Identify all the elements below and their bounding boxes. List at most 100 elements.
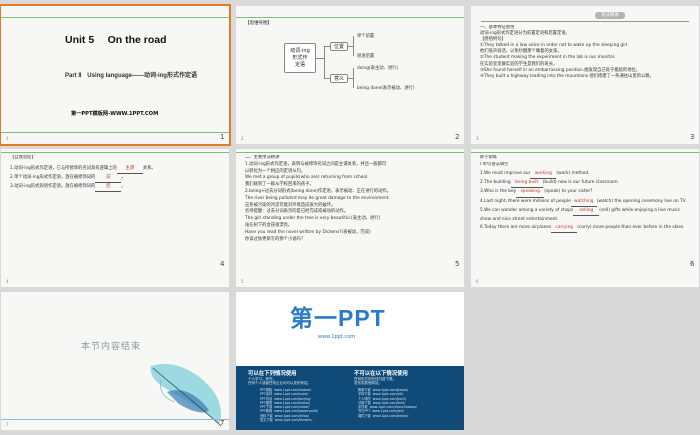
slide-4-item-tail: 。 <box>121 184 126 189</box>
slide-5-line: 我们碰到了一群从学校回来的孩子。 <box>245 182 314 188</box>
exercise-text: (work) method. <box>556 171 590 176</box>
slide-2-header: 【思维导图】 <box>245 21 272 26</box>
slide-3-badge: 语法精讲 <box>595 12 625 19</box>
brand-logo: 第一PPT <box>290 305 386 331</box>
slide-1-subtitle: Part Ⅱ Using language——动词-ing形式作定语 <box>65 73 197 79</box>
forbidden-text-2: 发布到其他网站。 <box>354 381 382 385</box>
exercise-item: 4.Last night, there were millions of peo… <box>480 198 692 207</box>
slide-7-canvas[interactable]: 本节内容结束 7 <box>1 292 229 430</box>
slide-4-item-text: 1.动词-ing形式作定语，它与所修饰的名词具有逻辑上的 <box>10 166 117 171</box>
answer-blank: speaking <box>516 188 545 198</box>
slide-8-canvas[interactable]: 第一PPT www.1ppt.com 可以在下列情况使用 不可以在以下情况使用 … <box>236 292 464 430</box>
slide-1-source: 第一PPT模板网-WWW.1PPT.COM <box>71 111 159 117</box>
slide-6-top-rule <box>471 152 699 153</box>
slide-2-canvas[interactable]: 【思维导图】 动词-ing 形式作 定语 位置 意义 单个前置 短语后置 doi… <box>236 6 464 144</box>
slide-7-bottom-rule <box>1 419 229 420</box>
exercise-item: 6.Today there are more airplanes carrying… <box>480 224 692 234</box>
slide-3-rule <box>481 21 689 22</box>
slide-5-line: 2.being+过去分词形式(being done)作定语，表示被动、正在进行的… <box>245 188 391 194</box>
mindmap-branch-position: 位置 <box>330 42 348 51</box>
slide-3-page-number: 3 <box>476 136 479 141</box>
answer-blank: being built <box>510 179 543 189</box>
mindmap-branch-meaning: 意义 <box>330 74 348 83</box>
slide-5-line: The girl standing under the tree is very… <box>245 216 381 222</box>
slide-8-logo-area: 第一PPT www.1ppt.com <box>236 292 464 366</box>
slide-6-canvas[interactable]: 即学即练 Ⅰ.单句语法填空 1.We must improve our worki… <box>471 149 699 287</box>
exercise-item: 3.Who is the boy speaking (speak) to your … <box>480 188 692 198</box>
exercise-text: (watch) the opening ceremony live on TV. <box>596 198 687 204</box>
slide-6-body: 1.We must improve our working (work) metho… <box>480 170 692 234</box>
slide-4-page-number: 4 <box>6 279 9 284</box>
slide-4-item-tail: 。 <box>121 175 126 180</box>
slide-7-title: 本节内容结束 <box>81 342 142 352</box>
slide-8-terms-panel: 可以在下列情况使用 不可以在以下情况使用 个人学习、研究。 任何个人或者任何企业… <box>236 366 464 430</box>
slide-4-item-text: 2.单个动词-ing形式作定语，放在被修饰词的 <box>10 175 96 180</box>
slide-5-line: 二、主要用法精讲 <box>245 155 280 160</box>
slide-6-page-number: 6 <box>476 279 479 284</box>
slide-5-line: 你读过狄更斯写的那个小说吗？ <box>245 236 306 242</box>
exercise-text: 3.Who is the boy <box>480 189 517 195</box>
resource-links-right: 教案下载 www.1ppt.com/jiaoan/ 字体下载 www.1ppt.… <box>358 388 417 418</box>
slide-4-item: 3.动词-ing形式短语作定语，放在被修饰词的后。 <box>10 183 222 192</box>
slide-5-canvas[interactable]: 二、主要用法精讲 1.动词-ing形式作定语，表明与被修饰名词之间是主谓关系，并… <box>236 149 464 287</box>
slide-3-body: 一、基本特征感悟 动词-ing形式作定语分为前置定语和后置定语。 【感悟例句】 … <box>480 25 692 80</box>
mindmap-connector <box>324 46 325 78</box>
slide-6-heading: 即学即练 <box>480 155 498 160</box>
answer-blank: selling <box>573 207 600 217</box>
mindmap-leaf-3: doing(表主动、进行) <box>357 66 399 71</box>
exercise-item: 1.We must improve our working (work) metho… <box>480 170 692 180</box>
slide-5-line: 站在树下的女孩很漂亮。 <box>245 222 293 228</box>
brand-url: www.1ppt.com <box>318 334 356 340</box>
slide-1-canvas[interactable]: Unit 5 On the road Part Ⅱ Using language… <box>0 4 231 146</box>
slide-7-page-number: 7 <box>6 422 9 427</box>
slide-5-body: 二、主要用法精讲 1.动词-ing形式作定语，表明与被修饰名词之间是主谓关系，并… <box>245 155 459 243</box>
answer-blank: 前 <box>95 174 122 183</box>
slide-3-canvas[interactable]: 语法精讲 一、基本特征感悟 动词-ing形式作定语分为前置定语和后置定语。 【感… <box>471 6 699 144</box>
exercise-text: 1.We must improve our <box>480 171 531 176</box>
slide-3-line: ④They built a highway leading into the m… <box>480 73 654 79</box>
slide-4-canvas[interactable]: 【自我总结】 1.动词-ing形式作定语，它与所修饰的名词具有逻辑上的 主谓 关系。… <box>1 149 229 287</box>
exercise-text: (speak) to your sister? <box>544 189 593 195</box>
slide-5-line: Have you read the novel written by Dicke… <box>245 229 371 235</box>
mindmap-leaf-2: 短语后置 <box>357 54 375 59</box>
slide-4-heading: 【自我总结】 <box>10 155 36 160</box>
answer-blank: watching <box>570 198 597 207</box>
slide-4-top-rule <box>1 152 229 153</box>
slide-4-item-text: 3.动词-ing形式短语作定语，放在被修饰词的 <box>10 184 96 189</box>
answer-blank: carrying <box>551 224 578 234</box>
slide-4-item: 1.动词-ing形式作定语，它与所修饰的名词具有逻辑上的 主谓 关系。 <box>10 165 222 174</box>
feather-decoration <box>150 364 222 427</box>
mindmap-connector <box>316 58 324 59</box>
slide-5-page-number: 5 <box>241 279 244 284</box>
mindmap-leaf-4: being done(表示被动、进行) <box>357 86 415 91</box>
answer-blank: 后 <box>95 183 122 192</box>
slide-2-top-rule <box>236 17 464 18</box>
mindmap-center: 动词-ing 形式作 定语 <box>284 43 316 73</box>
mindmap-connector <box>353 68 354 88</box>
exercise-text: (carry) more people than ever before in … <box>577 225 685 231</box>
slide-4-item: 2.单个动词-ing形式作定语，放在被修饰词的前。 <box>10 174 222 183</box>
forbidden-heading: 不可以在以下情况使用 <box>354 371 408 377</box>
exercise-text: 2.The building <box>480 180 511 186</box>
allowed-text-2: 任何个人或者任何企业均可以发布有偿。 <box>248 381 311 385</box>
mindmap-leaf-1: 单个前置 <box>357 34 375 39</box>
slide-5-top-rule <box>236 152 464 153</box>
slide-1-page-number: 1 <box>6 136 9 141</box>
slide-1-bottom-rule <box>1 132 229 133</box>
exercise-text: 5.We can wander among a variety of shops <box>480 207 574 213</box>
exercise-item: 5.We can wander among a variety of shops… <box>480 207 692 224</box>
slide-5-line: The river being polluted may do great da… <box>245 195 390 201</box>
slide-1-title: Unit 5 On the road <box>65 34 167 46</box>
mindmap-connector <box>353 36 354 56</box>
slide-6-sub: Ⅰ.单句语法填空 <box>480 162 509 167</box>
resource-links-left: PPT模板 www.1ppt.com/moban/ PPT素材 www.1ppt… <box>260 388 319 423</box>
allowed-heading: 可以在下列情况使用 <box>248 371 297 377</box>
slide-2-page-number: 2 <box>241 136 244 141</box>
slide-1-top-rule <box>1 17 229 18</box>
slide-4-body: 1.动词-ing形式作定语，它与所修饰的名词具有逻辑上的 主谓 关系。 2.单个动词… <box>10 165 222 192</box>
exercise-text: 6.Today there are more airplanes <box>480 225 552 231</box>
exercise-item: 2.The building being built (build) now is … <box>480 179 692 189</box>
slide-sorter-grid: Unit 5 On the road Part Ⅱ Using language… <box>0 0 700 435</box>
exercise-text: (build) now is our future classroom. <box>542 180 619 186</box>
slide-4-item-tail: 关系。 <box>142 166 156 171</box>
